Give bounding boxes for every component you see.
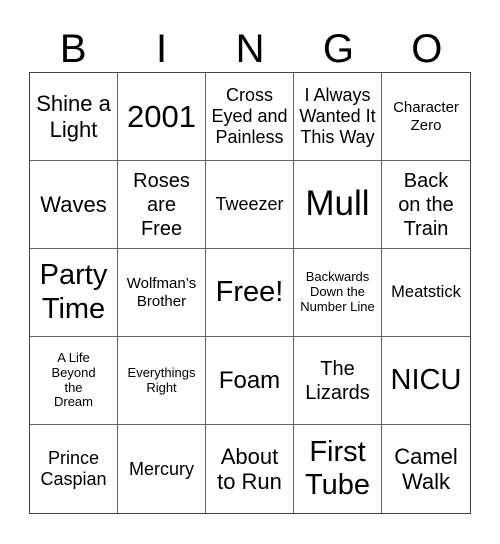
free-space-cell[interactable]: Free! [206, 249, 294, 337]
bingo-cell[interactable]: First Tube [294, 425, 382, 513]
header-letter-n: N [235, 27, 265, 71]
cell-label: Mull [305, 184, 370, 224]
bingo-cell[interactable]: Camel Walk [382, 425, 470, 513]
bingo-cell[interactable]: Cross Eyed and Painless [206, 73, 294, 161]
bingo-header: B I N G O [29, 27, 471, 72]
bingo-cell[interactable]: Waves [30, 161, 118, 249]
cell-label: Prince Caspian [40, 448, 107, 489]
bingo-cell[interactable]: Character Zero [382, 73, 470, 161]
cell-label: Character Zero [393, 99, 459, 134]
cell-label: 2001 [127, 98, 196, 134]
cell-label: Cross Eyed and Painless [211, 85, 288, 147]
cell-label: Roses are Free [133, 169, 190, 240]
bingo-cell[interactable]: Shine a Light [30, 73, 118, 161]
bingo-cell[interactable]: A Life Beyond the Dream [30, 337, 118, 425]
bingo-cell[interactable]: Roses are Free [118, 161, 206, 249]
header-letter-o: O [411, 27, 443, 71]
cell-label: A Life Beyond the Dream [51, 349, 96, 410]
cell-label: Meatstick [391, 283, 461, 302]
bingo-cell[interactable]: Wolfman’s Brother [118, 249, 206, 337]
cell-label: Everythings Right [127, 364, 196, 395]
header-letter-b: B [59, 27, 87, 71]
bingo-cell[interactable]: The Lizards [294, 337, 382, 425]
bingo-cell[interactable]: About to Run [206, 425, 294, 513]
cell-label: Mercury [128, 458, 194, 479]
cell-label: The Lizards [305, 357, 370, 404]
bingo-cell[interactable]: Backwards Down the Number Line [294, 249, 382, 337]
cell-label: Wolfman’s Brother [126, 275, 197, 310]
cell-label: Free! [215, 275, 284, 308]
header-letter-i: I [156, 27, 168, 71]
bingo-cell[interactable]: Mercury [118, 425, 206, 513]
bingo-cell[interactable]: 2001 [118, 73, 206, 161]
cell-label: Tweezer [215, 194, 284, 215]
bingo-cell[interactable]: I Always Wanted It This Way [294, 73, 382, 161]
bingo-cell[interactable]: Prince Caspian [30, 425, 118, 513]
cell-label: Camel Walk [394, 443, 458, 494]
cell-label: Back on the Train [398, 169, 454, 240]
bingo-grid: Shine a Light 2001 Cross Eyed and Painle… [29, 72, 471, 514]
cell-label: About to Run [217, 443, 282, 494]
bingo-cell[interactable]: Party Time [30, 249, 118, 337]
cell-label: Shine a Light [36, 91, 111, 142]
bingo-cell[interactable]: Meatstick [382, 249, 470, 337]
header-letter-g: G [322, 27, 354, 71]
bingo-cell[interactable]: Everythings Right [118, 337, 206, 425]
cell-label: Backwards Down the Number Line [300, 269, 375, 314]
cell-label: First Tube [304, 435, 371, 501]
bingo-cell[interactable]: Back on the Train [382, 161, 470, 249]
bingo-cell[interactable]: Mull [294, 161, 382, 249]
cell-label: Party Time [39, 259, 108, 325]
bingo-cell[interactable]: Foam [206, 337, 294, 425]
bingo-cell[interactable]: Tweezer [206, 161, 294, 249]
cell-label: Waves [40, 191, 107, 217]
cell-label: Foam [218, 366, 281, 394]
cell-label: NICU [390, 363, 462, 396]
cell-label: I Always Wanted It This Way [299, 85, 376, 147]
bingo-cell[interactable]: NICU [382, 337, 470, 425]
